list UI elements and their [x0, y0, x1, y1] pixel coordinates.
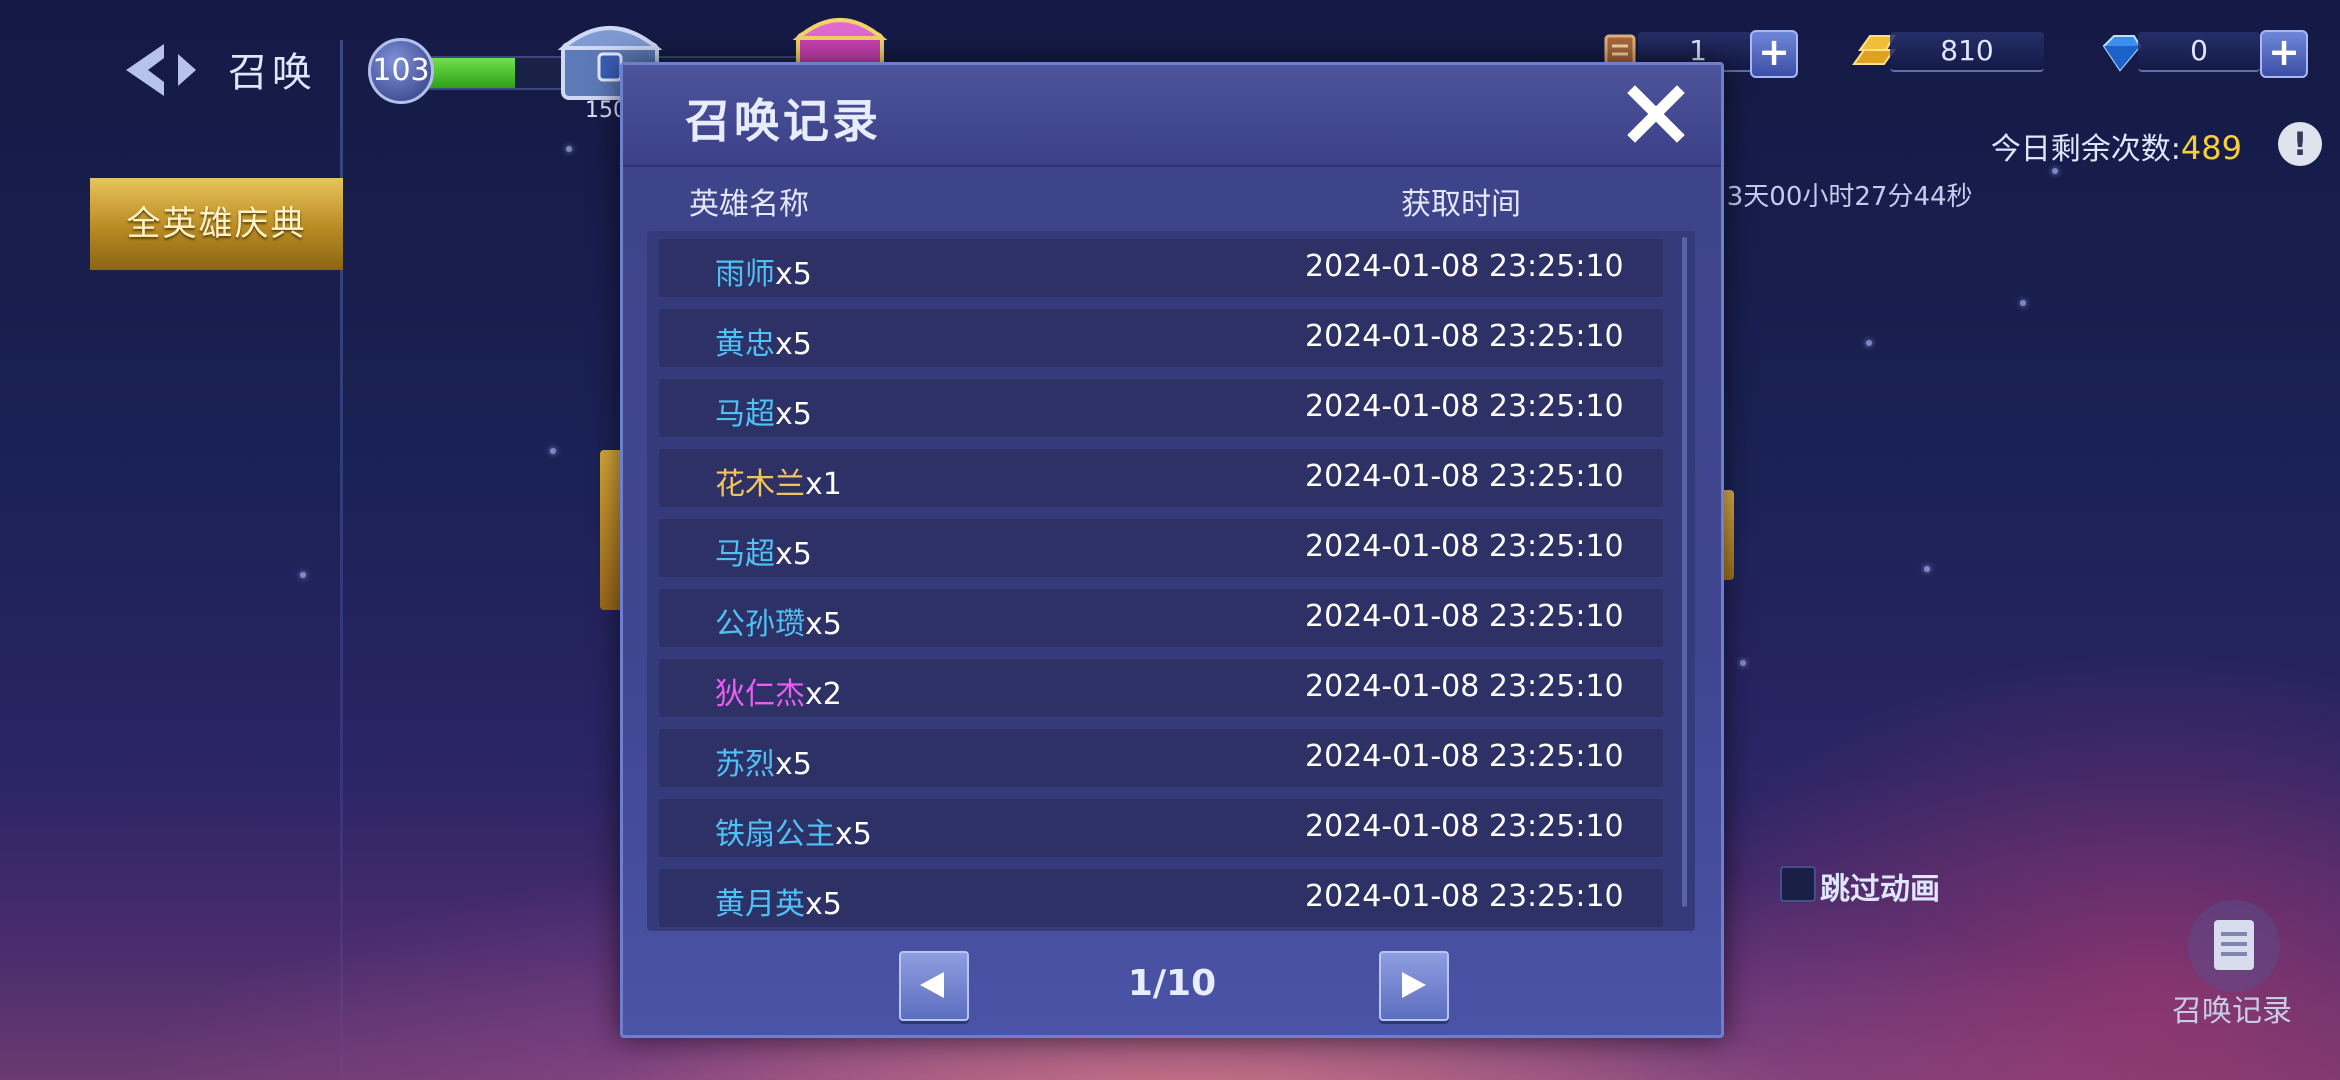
column-header-hero: 英雄名称: [689, 187, 809, 222]
scrollbar[interactable]: [1682, 237, 1687, 907]
back-arrow-icon: [126, 44, 196, 96]
obtain-time: 2024-01-08 23:25:10: [1305, 389, 1624, 424]
record-list[interactable]: 雨师x5 2024-01-08 23:25:10 黄忠x5 2024-01-08 23…: [647, 231, 1695, 931]
close-icon: [1627, 85, 1685, 143]
countdown-timer: :3天00小时27分44秒: [1718, 182, 1973, 212]
obtain-time: 2024-01-08 23:25:10: [1305, 879, 1624, 914]
hero-name: 公孙瓒: [715, 607, 805, 642]
hero-entry: 黄月英x5: [715, 879, 842, 923]
gold-amount: 810: [1940, 34, 1994, 67]
remaining-label: 今日剩余次数:: [1990, 132, 2181, 167]
column-header-time: 获取时间: [1401, 187, 1521, 222]
skip-animation-label[interactable]: 跳过动画: [1820, 864, 1940, 908]
record-row: 铁扇公主x5 2024-01-08 23:25:10: [659, 799, 1663, 857]
hero-name: 马超: [715, 537, 775, 572]
page-indicator: 1/10: [1127, 963, 1217, 1004]
star: [550, 448, 556, 454]
hero-count: x5: [775, 537, 812, 572]
hero-name: 铁扇公主: [715, 817, 835, 852]
hero-entry: 黄忠x5: [715, 319, 812, 363]
obtain-time: 2024-01-08 23:25:10: [1305, 459, 1624, 494]
hero-name: 黄忠: [715, 327, 775, 362]
dialog-title: 召唤记录: [685, 94, 881, 148]
hero-name: 狄仁杰: [715, 677, 805, 712]
resource-diamond: 0 +: [2098, 30, 2308, 78]
remaining-value: 489: [2180, 129, 2242, 167]
star: [566, 146, 572, 152]
star: [2052, 168, 2058, 174]
hero-entry: 苏烈x5: [715, 739, 812, 783]
summon-record-dialog: 召唤记录 英雄名称 获取时间 雨师x5 2024-01-08 23:25:10 黄忠…: [620, 62, 1724, 1038]
next-page-button[interactable]: [1379, 951, 1449, 1021]
hero-count: x5: [775, 397, 812, 432]
summon-record-button[interactable]: [2188, 900, 2280, 992]
hero-name: 苏烈: [715, 747, 775, 782]
festival-tab[interactable]: 全英雄庆典: [90, 178, 343, 270]
hero-count: x5: [835, 817, 872, 852]
hero-count: x2: [805, 677, 842, 712]
skip-animation-checkbox[interactable]: [1780, 866, 1816, 902]
hero-name: 花木兰: [715, 467, 805, 502]
record-row: 公孙瓒x5 2024-01-08 23:25:10: [659, 589, 1663, 647]
star: [1740, 660, 1746, 666]
record-row: 苏烈x5 2024-01-08 23:25:10: [659, 729, 1663, 787]
obtain-time: 2024-01-08 23:25:10: [1305, 739, 1624, 774]
star: [2020, 300, 2026, 306]
hero-entry: 马超x5: [715, 389, 812, 433]
record-row: 雨师x5 2024-01-08 23:25:10: [659, 239, 1663, 297]
record-row: 马超x5 2024-01-08 23:25:10: [659, 379, 1663, 437]
dialog-header: 召唤记录: [623, 65, 1721, 167]
hero-name: 雨师: [715, 257, 775, 292]
record-row: 花木兰x1 2024-01-08 23:25:10: [659, 449, 1663, 507]
document-icon: [2214, 920, 2254, 970]
summon-record-label[interactable]: 召唤记录: [2172, 986, 2292, 1030]
hero-entry: 公孙瓒x5: [715, 599, 842, 643]
star: [1866, 340, 1872, 346]
star: [300, 572, 306, 578]
info-icon[interactable]: !: [2278, 122, 2322, 166]
hero-count: x5: [805, 887, 842, 922]
hero-count: x5: [775, 327, 812, 362]
hero-count: x1: [805, 467, 842, 502]
add-ticket-button[interactable]: +: [1750, 30, 1798, 78]
hero-entry: 花木兰x1: [715, 459, 842, 503]
star: [1924, 566, 1930, 572]
record-row: 马超x5 2024-01-08 23:25:10: [659, 519, 1663, 577]
hero-entry: 马超x5: [715, 529, 812, 573]
hero-name: 黄月英: [715, 887, 805, 922]
level-badge: 103: [368, 38, 434, 104]
obtain-time: 2024-01-08 23:25:10: [1305, 809, 1624, 844]
resource-gold: 810: [1850, 30, 2046, 74]
obtain-time: 2024-01-08 23:25:10: [1305, 669, 1624, 704]
remaining-summons: 今日剩余次数:489: [1991, 124, 2242, 168]
hero-entry: 雨师x5: [715, 249, 812, 293]
xp-bar-fill: [427, 58, 515, 88]
obtain-time: 2024-01-08 23:25:10: [1305, 599, 1624, 634]
hero-entry: 狄仁杰x2: [715, 669, 842, 713]
back-button[interactable]: [120, 40, 200, 100]
record-row: 黄月英x5 2024-01-08 23:25:10: [659, 869, 1663, 927]
obtain-time: 2024-01-08 23:25:10: [1305, 319, 1624, 354]
hero-name: 马超: [715, 397, 775, 432]
obtain-time: 2024-01-08 23:25:10: [1305, 249, 1624, 284]
diamond-count: 0: [2190, 34, 2208, 67]
hero-count: x5: [775, 257, 812, 292]
page-title: 召唤: [228, 50, 316, 96]
close-button[interactable]: [1625, 83, 1687, 145]
arrow-right-icon: [1402, 972, 1426, 998]
hero-entry: 铁扇公主x5: [715, 809, 872, 853]
hero-count: x5: [805, 607, 842, 642]
obtain-time: 2024-01-08 23:25:10: [1305, 529, 1624, 564]
hero-count: x5: [775, 747, 812, 782]
record-row: 黄忠x5 2024-01-08 23:25:10: [659, 309, 1663, 367]
record-row: 狄仁杰x2 2024-01-08 23:25:10: [659, 659, 1663, 717]
add-diamond-button[interactable]: +: [2260, 30, 2308, 78]
